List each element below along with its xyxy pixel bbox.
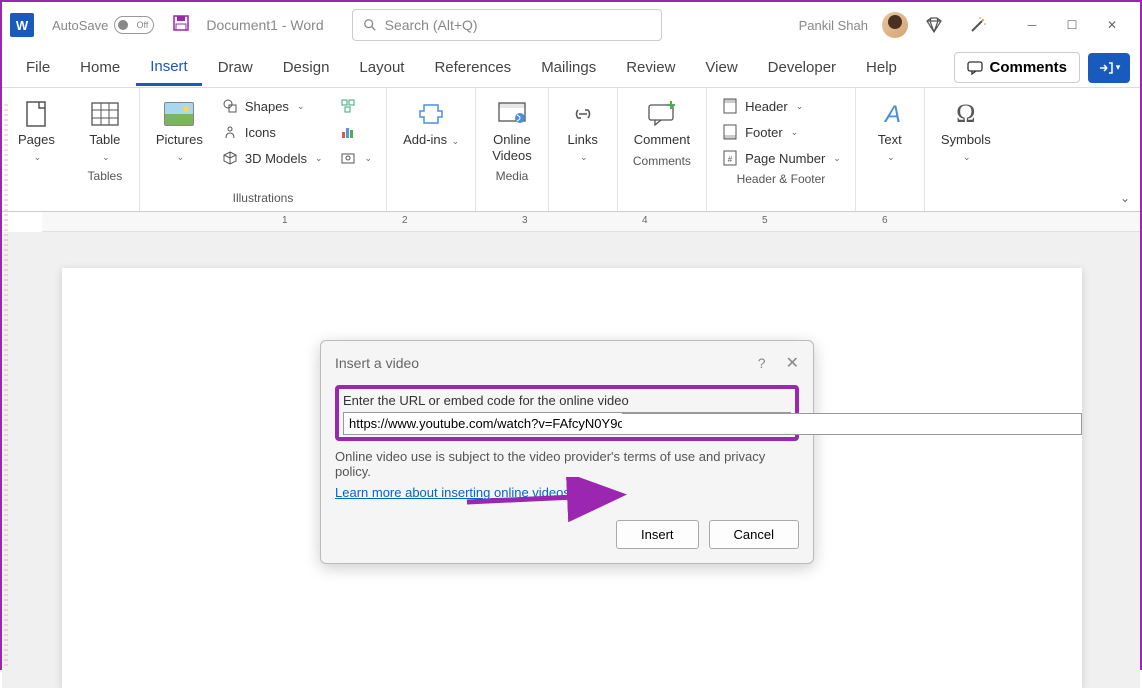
pagenum-icon: # xyxy=(721,149,739,167)
picture-icon xyxy=(163,98,195,130)
comment-insert-icon xyxy=(646,98,678,130)
diamond-icon[interactable] xyxy=(916,7,952,43)
maximize-button[interactable]: ☐ xyxy=(1052,9,1092,41)
omega-icon: Ω xyxy=(950,98,982,130)
search-input[interactable]: Search (Alt+Q) xyxy=(352,9,662,41)
online-videos-button[interactable]: OnlineVideos xyxy=(484,94,540,167)
word-app-icon: W xyxy=(10,13,34,37)
pictures-button[interactable]: Pictures⌄ xyxy=(148,94,211,167)
addins-button[interactable]: Add-ins ⌄ xyxy=(395,94,467,152)
tab-developer[interactable]: Developer xyxy=(754,51,850,84)
ruler[interactable]: 1 2 3 4 5 6 xyxy=(42,212,1140,232)
title-bar: W AutoSave Off Document1 - Word Search (… xyxy=(2,2,1140,48)
close-button[interactable]: ✕ xyxy=(1092,9,1132,41)
save-icon[interactable] xyxy=(172,14,190,37)
dialog-close-button[interactable]: ✕ xyxy=(786,353,799,373)
tab-view[interactable]: View xyxy=(691,51,751,84)
footer-button[interactable]: Footer⌄ xyxy=(715,120,847,144)
learn-more-link[interactable]: Learn more about inserting online videos xyxy=(335,485,570,500)
tab-review[interactable]: Review xyxy=(612,51,689,84)
text-icon: A xyxy=(874,98,906,130)
table-icon xyxy=(89,98,121,130)
tab-mailings[interactable]: Mailings xyxy=(527,51,610,84)
shapes-icon xyxy=(221,97,239,115)
insert-button[interactable]: Insert xyxy=(616,520,699,549)
autosave-label: AutoSave xyxy=(52,18,108,33)
svg-text:#: # xyxy=(728,155,733,164)
headerfooter-group-label: Header & Footer xyxy=(737,172,826,190)
header-button[interactable]: Header⌄ xyxy=(715,94,847,118)
addins-icon xyxy=(415,98,447,130)
video-url-input-extension[interactable] xyxy=(622,413,1082,435)
tab-file[interactable]: File xyxy=(12,51,64,84)
autosave-toggle[interactable]: AutoSave Off xyxy=(52,16,154,34)
insert-video-dialog: Insert a video ? ✕ Enter the URL or embe… xyxy=(320,340,814,564)
left-edge-marker xyxy=(4,102,8,666)
tab-help[interactable]: Help xyxy=(852,51,911,84)
dialog-title: Insert a video xyxy=(335,355,758,371)
smartart-button[interactable] xyxy=(333,94,379,118)
tables-group-label: Tables xyxy=(88,169,123,187)
pages-button[interactable]: Pages⌄ xyxy=(10,94,63,167)
cube-icon xyxy=(221,149,239,167)
collapse-ribbon-button[interactable]: ⌄ xyxy=(1120,191,1130,205)
tab-references[interactable]: References xyxy=(420,51,525,84)
smartart-icon xyxy=(339,97,357,115)
text-button[interactable]: A Text⌄ xyxy=(864,94,916,167)
wand-icon[interactable] xyxy=(960,7,996,43)
page-number-button[interactable]: #Page Number⌄ xyxy=(715,146,847,170)
media-group-label: Media xyxy=(496,169,529,187)
table-button[interactable]: Table⌄ xyxy=(79,94,131,167)
ribbon: Pages⌄ Table⌄ Tables Pictures⌄ Shapes⌄ I… xyxy=(2,88,1140,212)
link-icon xyxy=(567,98,599,130)
document-title: Document1 - Word xyxy=(206,17,323,33)
svg-text:A: A xyxy=(883,101,901,128)
comment-button[interactable]: Comment xyxy=(626,94,698,152)
page-icon xyxy=(20,98,52,130)
comment-icon xyxy=(967,61,983,75)
illustrations-group-label: Illustrations xyxy=(233,191,294,209)
cancel-button[interactable]: Cancel xyxy=(709,520,799,549)
chart-icon xyxy=(339,123,357,141)
ribbon-tabs: File Home Insert Draw Design Layout Refe… xyxy=(2,48,1140,88)
3d-models-button[interactable]: 3D Models⌄ xyxy=(215,146,329,170)
share-button[interactable]: ▾ xyxy=(1088,53,1130,83)
search-icon xyxy=(363,18,377,32)
links-button[interactable]: Links⌄ xyxy=(557,94,609,167)
screenshot-icon xyxy=(339,149,357,167)
shapes-button[interactable]: Shapes⌄ xyxy=(215,94,329,118)
footer-icon xyxy=(721,123,739,141)
video-icon xyxy=(496,98,528,130)
symbols-button[interactable]: Ω Symbols⌄ xyxy=(933,94,999,167)
tab-draw[interactable]: Draw xyxy=(204,51,267,84)
avatar[interactable] xyxy=(882,12,908,38)
screenshot-button[interactable]: ⌄ xyxy=(333,146,379,170)
tab-home[interactable]: Home xyxy=(66,51,134,84)
user-name: Pankil Shah xyxy=(799,18,868,33)
comments-button[interactable]: Comments xyxy=(954,52,1080,83)
tab-design[interactable]: Design xyxy=(269,51,344,84)
url-field-label: Enter the URL or embed code for the onli… xyxy=(343,393,791,408)
disclaimer-text: Online video use is subject to the video… xyxy=(335,449,799,479)
dialog-help-button[interactable]: ? xyxy=(758,355,766,371)
tab-layout[interactable]: Layout xyxy=(345,51,418,84)
tab-insert[interactable]: Insert xyxy=(136,50,202,86)
minimize-button[interactable]: ─ xyxy=(1012,9,1052,41)
icons-button[interactable]: Icons xyxy=(215,120,329,144)
header-icon xyxy=(721,97,739,115)
icons-icon xyxy=(221,123,239,141)
chart-button[interactable] xyxy=(333,120,379,144)
comments-group-label: Comments xyxy=(633,154,691,172)
